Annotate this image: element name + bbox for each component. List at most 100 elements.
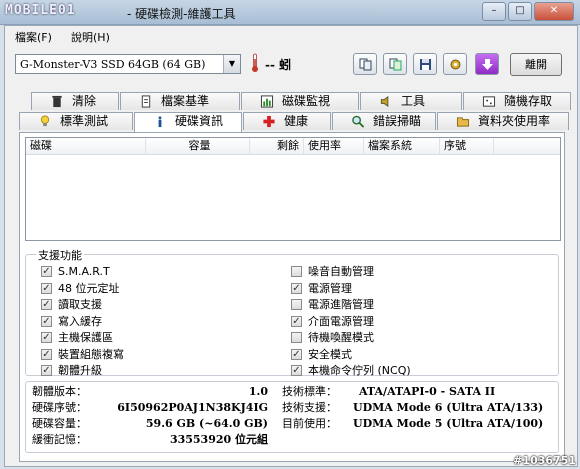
feature-label: 主機保護區 [58, 331, 113, 344]
capacity-value: 59.6 GB (~64.0 GB) [145, 417, 268, 430]
feature-label: 裝置組態複寫 [58, 347, 124, 361]
feature-label: 讀取支援 [58, 298, 102, 311]
tab-bottom-4[interactable]: 資料夾使用率 [437, 112, 569, 130]
standard-label: 技術標準： [282, 385, 337, 398]
checked-box-icon: ✓ [41, 365, 52, 376]
tab-bottom-2[interactable]: 健康 [243, 112, 331, 130]
exit-button[interactable]: 離開 [510, 53, 562, 76]
checked-box-icon: ✓ [41, 299, 52, 310]
tab-label: 硬碟資訊 [175, 114, 224, 128]
current-value: UDMA Mode 5 (Ultra ATA/100) [353, 417, 544, 430]
tab-label: 磁碟監視 [282, 94, 331, 108]
tab-bottom-0[interactable]: 標準測試 [19, 112, 133, 130]
features-title: 支援功能 [36, 247, 84, 263]
arrow-down-icon [482, 59, 493, 70]
menu-help[interactable]: 說明(H) [71, 29, 110, 45]
tab-top-1[interactable]: 檔案基準 [120, 92, 240, 110]
minimize-button[interactable]: – [482, 2, 506, 21]
feature-checkbox: ✓ 48 位元定址 [41, 281, 120, 296]
column-header-2[interactable]: 剩餘 [250, 138, 304, 154]
serial-label: 硬碟序號： [32, 401, 87, 414]
copy-button[interactable] [353, 53, 377, 75]
tab-row-top: 清除 檔案基準 磁碟監視 工具 隨機存取 [5, 92, 577, 110]
disk-list[interactable]: 磁碟 容量 剩餘 使用率 檔案系統 序號 [25, 137, 561, 241]
options-button[interactable] [443, 53, 467, 75]
current-label: 目前使用： [282, 417, 337, 430]
feature-checkbox: ✓ 電源管理 [291, 281, 352, 296]
feature-label: 待機喚醒模式 [308, 331, 374, 344]
tab-label: 標準測試 [60, 114, 109, 128]
feature-label: S.M.A.R.T [58, 265, 110, 278]
copy-all-button[interactable] [383, 53, 407, 75]
feature-checkbox: ✓ 介面電源管理 [291, 314, 374, 329]
close-button[interactable]: ✕ [534, 2, 574, 21]
window-controls: – □ ✕ [482, 2, 574, 21]
save-button[interactable] [413, 53, 437, 75]
title-bar: MOBILE01 - 硬碟檢測-維護工具 – □ ✕ [0, 0, 580, 25]
checked-box-icon: ✓ [291, 348, 302, 360]
menu-file[interactable]: 檔案(F) [15, 29, 52, 45]
feature-checkbox: ✓ 裝置組態複寫 [41, 347, 124, 362]
feature-label: 安全模式 [308, 347, 352, 361]
tab-top-2[interactable]: 磁碟監視 [241, 92, 359, 110]
firmware-value: 1.0 [248, 385, 268, 398]
unchecked-box-icon [291, 332, 302, 343]
toolbar: G-Monster-V3 SSD 64GB (64 GB) ▼ -- 蚓 離開 [5, 48, 577, 84]
support-value: UDMA Mode 6 (Ultra ATA/133) [353, 401, 544, 414]
folder-icon [456, 117, 470, 127]
capacity-label: 硬碟容量： [32, 417, 87, 430]
feature-checkbox: ✓ 本機命令佇列 (NCQ) [291, 363, 411, 378]
app-logo: MOBILE01 [5, 3, 76, 18]
feature-checkbox: ✓ 讀取支援 [41, 297, 102, 312]
trash-icon [52, 95, 62, 108]
file-icon [141, 95, 151, 108]
feature-label: 韌體升級 [58, 364, 102, 377]
copy-all-icon [389, 58, 402, 71]
chevron-down-icon[interactable]: ▼ [223, 55, 240, 73]
chart-icon [260, 95, 274, 108]
temperature-readout: -- 蚓 [265, 58, 292, 72]
feature-checkbox: 電源進階管理 [291, 297, 374, 312]
checked-box-icon: ✓ [291, 365, 302, 376]
tab-top-3[interactable]: 工具 [360, 92, 462, 110]
column-header-3[interactable]: 使用率 [304, 138, 364, 154]
support-label: 技術支援： [282, 401, 337, 414]
column-header-1[interactable]: 容量 [146, 138, 250, 154]
checked-box-icon: ✓ [41, 332, 52, 343]
checked-box-icon: ✓ [41, 348, 52, 360]
buffer-label: 緩衝記憶： [32, 433, 87, 446]
feature-checkbox: ✓ 寫入緩存 [41, 314, 102, 329]
column-header-4[interactable]: 檔案系統 [364, 138, 440, 154]
checked-box-icon: ✓ [41, 282, 52, 294]
checked-box-icon: ✓ [41, 315, 52, 327]
tab-top-4[interactable]: 隨機存取 [463, 92, 571, 110]
column-header-5[interactable]: 序號 [440, 138, 494, 154]
feature-checkbox: 待機喚醒模式 [291, 330, 374, 345]
copy-icon [359, 58, 372, 71]
magnifier-icon [352, 115, 365, 128]
feature-checkbox: ✓ 安全模式 [291, 347, 352, 362]
health-cross-icon [263, 115, 275, 128]
tab-top-0[interactable]: 清除 [31, 92, 119, 110]
feature-checkbox: ✓ 主機保護區 [41, 330, 113, 345]
maximize-button[interactable]: □ [508, 2, 532, 21]
feature-label: 本機命令佇列 (NCQ) [308, 364, 411, 377]
checked-box-icon: ✓ [291, 315, 302, 327]
download-button[interactable] [475, 53, 499, 75]
details-group: 韌體版本： 1.0 硬碟序號： 6I50962P0AJ1N38KJ4IG 硬碟容… [25, 381, 559, 453]
tab-label: 資料夾使用率 [478, 114, 551, 128]
feature-label: 寫入緩存 [58, 314, 102, 328]
buffer-value: 33553920 位元組 [169, 433, 268, 446]
feature-label: 電源管理 [308, 281, 352, 295]
feature-label: 介面電源管理 [308, 314, 374, 328]
tab-bottom-1[interactable]: 硬碟資訊 [134, 112, 242, 132]
drive-select[interactable]: G-Monster-V3 SSD 64GB (64 GB) ▼ [15, 54, 241, 74]
feature-checkbox: ✓ S.M.A.R.T [41, 264, 110, 279]
column-header-0[interactable]: 磁碟 [26, 138, 146, 154]
tab-label: 錯誤掃瞄 [373, 114, 422, 128]
unchecked-box-icon [291, 266, 302, 277]
random-icon [482, 96, 496, 107]
feature-label: 電源進階管理 [308, 298, 374, 311]
tab-bottom-3[interactable]: 錯誤掃瞄 [332, 112, 436, 130]
feature-checkbox: ✓ 韌體升級 [41, 363, 102, 378]
